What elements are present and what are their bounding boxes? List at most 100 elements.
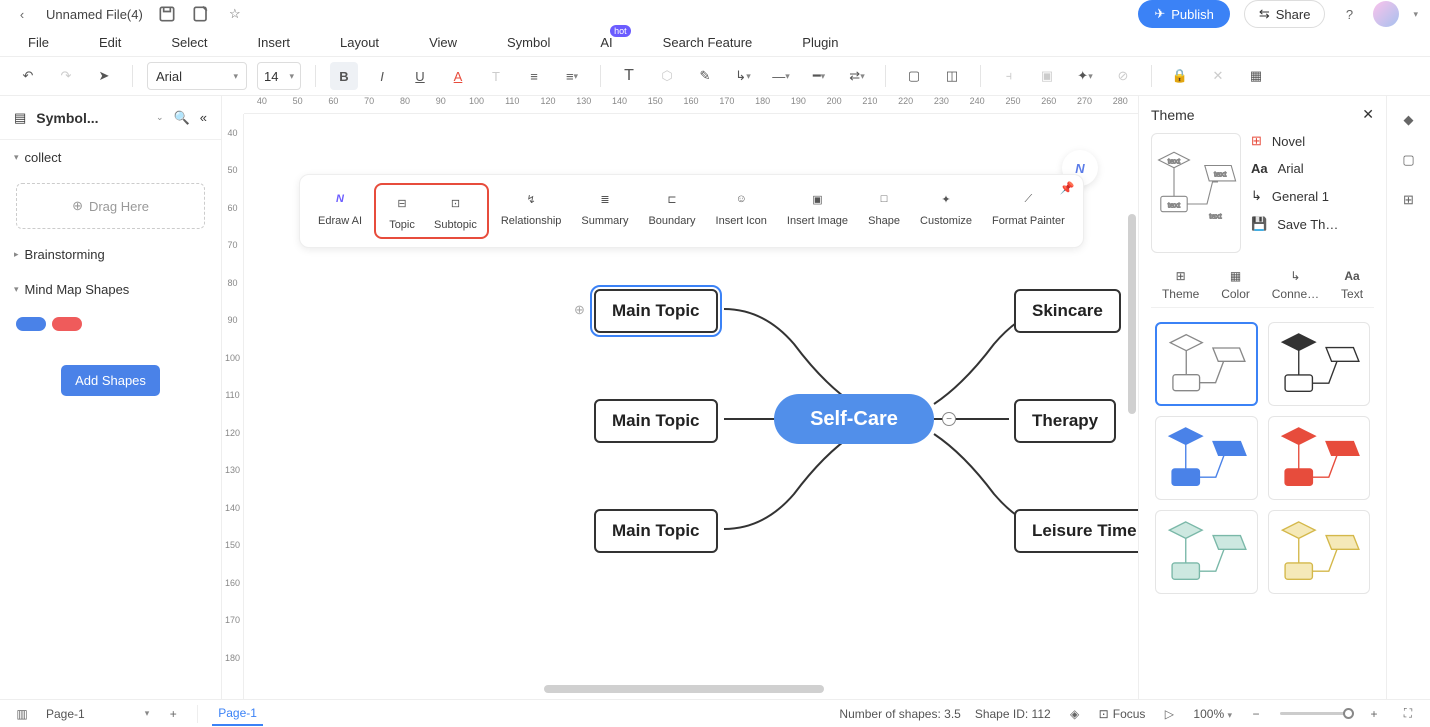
- underline-icon[interactable]: U: [406, 62, 434, 90]
- avatar[interactable]: [1373, 1, 1399, 27]
- bold-icon[interactable]: B: [330, 62, 358, 90]
- align-obj-icon[interactable]: ⫞: [995, 62, 1023, 90]
- rp-novel[interactable]: ⊞Novel: [1251, 133, 1374, 149]
- ft-relationship[interactable]: ↯Relationship: [493, 183, 570, 239]
- menu-symbol[interactable]: Symbol: [507, 35, 550, 50]
- star-icon[interactable]: ☆: [225, 4, 245, 24]
- align-icon[interactable]: ≡: [520, 62, 548, 90]
- shape-pill-blue[interactable]: [16, 317, 46, 331]
- center-node[interactable]: Self-Care: [774, 394, 934, 444]
- ft-topic[interactable]: ⊟Topic: [378, 187, 426, 235]
- topic-l2[interactable]: Main Topic: [594, 399, 718, 443]
- lock-icon[interactable]: 🔒: [1166, 62, 1194, 90]
- help-icon[interactable]: ?: [1339, 4, 1359, 24]
- rtab-text[interactable]: AaText: [1341, 269, 1363, 301]
- save-icon[interactable]: [157, 4, 177, 24]
- theme-6[interactable]: [1268, 510, 1371, 594]
- rtab-conn[interactable]: ↳Conne…: [1272, 269, 1319, 301]
- horizontal-scrollbar[interactable]: [544, 685, 824, 693]
- rp-save[interactable]: 💾Save Th…: [1251, 216, 1374, 232]
- highlight-icon[interactable]: T: [482, 62, 510, 90]
- clear-icon[interactable]: ⊘: [1109, 62, 1137, 90]
- close-icon[interactable]: ✕: [1362, 106, 1374, 123]
- focus-button[interactable]: ⊡Focus: [1099, 707, 1146, 721]
- font-select[interactable]: Arial▾: [147, 62, 247, 90]
- zoom-value[interactable]: 100% ▾: [1193, 707, 1232, 721]
- theme-5[interactable]: [1155, 510, 1258, 594]
- shape-pill-red[interactable]: [52, 317, 82, 331]
- share-button[interactable]: ⇆Share: [1244, 0, 1326, 28]
- play-icon[interactable]: ▷: [1159, 704, 1179, 724]
- rail-fill-icon[interactable]: ◆: [1399, 110, 1419, 130]
- page-select[interactable]: Page-1▾: [46, 707, 149, 721]
- line-weight-icon[interactable]: ━▾: [805, 62, 833, 90]
- menu-layout[interactable]: Layout: [340, 35, 379, 50]
- line-style-icon[interactable]: —▾: [767, 62, 795, 90]
- undo-icon[interactable]: ↶: [14, 62, 42, 90]
- menu-file[interactable]: File: [28, 35, 49, 50]
- topic-r1[interactable]: Skincare: [1014, 289, 1121, 333]
- cursor-icon[interactable]: ➤: [90, 62, 118, 90]
- ft-subtopic[interactable]: ⊡Subtopic: [426, 187, 485, 235]
- crop-icon[interactable]: ◫: [938, 62, 966, 90]
- outline-icon[interactable]: ▥: [12, 704, 32, 724]
- menu-view[interactable]: View: [429, 35, 457, 50]
- add-page-icon[interactable]: +: [163, 704, 183, 724]
- italic-icon[interactable]: I: [368, 62, 396, 90]
- arrow-icon[interactable]: ⇄▾: [843, 62, 871, 90]
- collapse-icon[interactable]: −: [942, 412, 956, 426]
- topic-r3[interactable]: Leisure Time: [1014, 509, 1138, 553]
- rail-apps-icon[interactable]: ⊞: [1399, 190, 1419, 210]
- ft-summary[interactable]: ≣Summary: [573, 183, 636, 239]
- avatar-caret-icon[interactable]: ▾: [1413, 9, 1418, 20]
- vertical-scrollbar[interactable]: [1128, 214, 1136, 414]
- pin-icon[interactable]: 📌: [1060, 181, 1075, 195]
- size-select[interactable]: 14▾: [257, 62, 301, 90]
- ft-edraw-ai[interactable]: NEdraw AI: [310, 183, 370, 239]
- zoom-out-icon[interactable]: −: [1246, 704, 1266, 724]
- line-color-icon[interactable]: ✎: [691, 62, 719, 90]
- connector-icon[interactable]: ↳▾: [729, 62, 757, 90]
- line-height-icon[interactable]: ≡▾: [558, 62, 586, 90]
- zoom-in-icon[interactable]: +: [1364, 704, 1384, 724]
- rtab-color[interactable]: ▦Color: [1221, 269, 1250, 301]
- add-sibling-icon[interactable]: ⊕: [574, 302, 585, 318]
- topic-l3[interactable]: Main Topic: [594, 509, 718, 553]
- topic-l1[interactable]: Main Topic: [594, 289, 718, 333]
- rtab-theme[interactable]: ⊞Theme: [1162, 269, 1199, 301]
- fill-icon[interactable]: ⬡: [653, 62, 681, 90]
- menu-search[interactable]: Search Feature: [663, 35, 753, 50]
- sidebar-caret-icon[interactable]: ⌄: [156, 112, 164, 123]
- zoom-slider[interactable]: [1280, 712, 1350, 715]
- back-icon[interactable]: ‹: [12, 4, 32, 24]
- fullscreen-icon[interactable]: ⛶: [1398, 704, 1418, 724]
- effects-icon[interactable]: ✦▾: [1071, 62, 1099, 90]
- ft-customize[interactable]: ✦Customize: [912, 183, 980, 239]
- image-icon[interactable]: ▢: [900, 62, 928, 90]
- menu-ai[interactable]: AIhot: [600, 35, 612, 50]
- menu-edit[interactable]: Edit: [99, 35, 121, 50]
- export-icon[interactable]: [191, 4, 211, 24]
- theme-3[interactable]: [1155, 416, 1258, 500]
- menu-plugin[interactable]: Plugin: [802, 35, 838, 50]
- page-tab[interactable]: Page-1: [212, 702, 263, 726]
- publish-button[interactable]: ✈Publish: [1138, 0, 1230, 28]
- table-icon[interactable]: ▦: [1242, 62, 1270, 90]
- menu-insert[interactable]: Insert: [258, 35, 291, 50]
- search-icon[interactable]: 🔍: [174, 110, 190, 126]
- text-tool-icon[interactable]: T: [615, 62, 643, 90]
- theme-1[interactable]: [1155, 322, 1258, 406]
- tools-icon[interactable]: ✕: [1204, 62, 1232, 90]
- theme-2[interactable]: [1268, 322, 1371, 406]
- drag-here[interactable]: ⊕Drag Here: [16, 183, 205, 229]
- ft-icon[interactable]: ☺Insert Icon: [708, 183, 775, 239]
- rp-general[interactable]: ↳General 1: [1251, 188, 1374, 204]
- layers-icon[interactable]: ◈: [1065, 704, 1085, 724]
- ft-shape[interactable]: □Shape: [860, 183, 908, 239]
- distribute-icon[interactable]: ▣: [1033, 62, 1061, 90]
- add-shapes-button[interactable]: Add Shapes: [61, 365, 160, 396]
- ft-image[interactable]: ▣Insert Image: [779, 183, 856, 239]
- redo-icon[interactable]: ↷: [52, 62, 80, 90]
- section-brainstorm[interactable]: ▸Brainstorming: [0, 237, 221, 272]
- section-mindmap[interactable]: ▾Mind Map Shapes: [0, 272, 221, 307]
